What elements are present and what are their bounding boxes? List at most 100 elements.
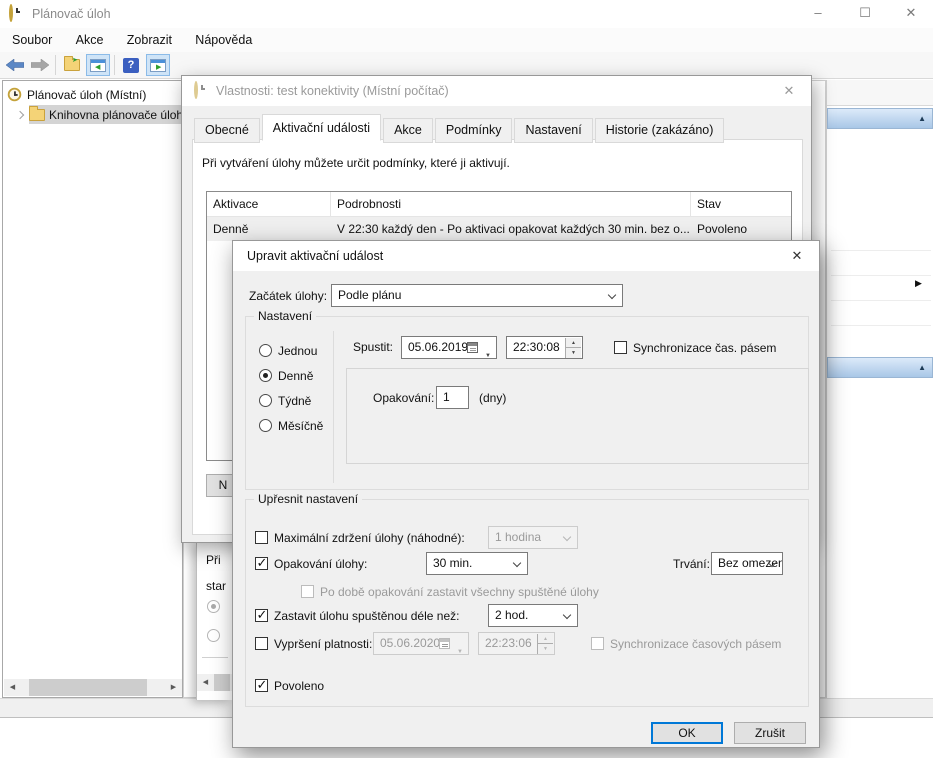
expire-label[interactable]: Vypršení platnosti: [274,637,372,651]
tree-item-library[interactable]: Knihovna plánovače úloh [3,105,184,124]
calendar-icon [439,638,450,649]
spinner-buttons[interactable]: ▲ ▼ [565,338,581,357]
help-button[interactable]: ? [119,54,143,76]
tab-obecne[interactable]: Obecné [194,118,260,143]
triggers-table-header[interactable]: Aktivace Podrobnosti Stav [207,192,791,217]
export-button[interactable]: ➤ [60,54,84,76]
back-button[interactable] [3,54,27,76]
radio-button[interactable] [207,629,220,642]
radio-button[interactable] [207,600,220,613]
menu-soubor[interactable]: Soubor [2,28,62,52]
radio-jednou[interactable] [259,344,272,357]
toolbar-separator [55,55,56,75]
dropdown-arrow-icon: ▼ [457,642,463,663]
cancel-button[interactable]: Zrušit [734,722,806,744]
tree-item-label: Plánovač úloh (Místní) [27,88,146,102]
spin-up-icon: ▲ [537,634,553,644]
tree-horizontal-scrollbar[interactable]: ◀ ▶ [4,679,182,696]
spin-down-icon: ▼ [537,644,553,654]
clock-icon [194,81,198,99]
collapse-icon[interactable]: ▲ [918,363,926,372]
start-date-value: 05.06.2019 [408,340,468,354]
forward-button[interactable] [28,54,52,76]
start-time-spinner[interactable]: 22:30:08 ▲ ▼ [506,336,583,359]
repeat-label[interactable]: Opakování úlohy: [274,557,367,571]
collapse-icon[interactable]: ▲ [918,114,926,123]
delay-value: 1 hodina [495,530,541,544]
tab-nastaveni[interactable]: Nastavení [514,118,592,143]
recur-input[interactable]: 1 [436,386,469,409]
console-tree-toggle-button[interactable]: ◀ [86,54,110,76]
close-icon[interactable]: ✕ [769,76,809,106]
close-button[interactable]: ✕ [891,0,931,26]
expander-chevron-icon[interactable] [16,110,24,118]
stop-task-label[interactable]: Zastavit úlohu spuštěnou déle než: [274,609,459,623]
tree-item-root[interactable]: Plánovač úloh (Místní) [7,85,146,104]
scrollbar-thumb[interactable] [29,679,147,696]
library-folder-icon [29,109,45,121]
expire-time-spinner: 22:23:06 ▲ ▼ [478,632,555,655]
help-icon: ? [123,58,139,73]
toolbar-separator [114,55,115,75]
radio-denne[interactable] [259,369,272,382]
sync-timezone-label[interactable]: Synchronizace čas. pásem [633,341,776,355]
actions-group-header-2[interactable]: ▲ [827,357,933,378]
col-aktivace[interactable]: Aktivace [207,192,331,216]
enabled-label[interactable]: Povoleno [274,679,324,693]
sync-timezone-checkbox[interactable] [614,341,627,354]
spinner-buttons: ▲ ▼ [537,634,553,653]
col-podrobnosti[interactable]: Podrobnosti [331,192,691,216]
expire-checkbox[interactable] [255,637,268,650]
trigger-row[interactable]: Denně V 22:30 každý den - Po aktivaci op… [207,217,791,241]
submenu-arrow-icon[interactable]: ▶ [915,278,922,289]
groupbox-edge [202,657,228,658]
tab-strip: ObecnéAktivační událostiAkcePodmínkyNast… [194,114,726,141]
begin-task-dropdown[interactable]: Podle plánu [331,284,623,307]
minimize-button[interactable]: – [798,0,838,26]
ok-button[interactable]: OK [651,722,723,744]
scrollbar-thumb[interactable] [214,674,230,691]
maximize-button[interactable]: ☐ [845,0,885,26]
radio-mesicne[interactable] [259,419,272,432]
scroll-left-icon[interactable]: ◀ [4,679,21,696]
spin-up-icon: ▲ [565,338,581,348]
radio-tydne[interactable] [259,394,272,407]
col-stav[interactable]: Stav [691,192,791,216]
chevron-down-icon [608,291,616,299]
menu-akce[interactable]: Akce [66,28,114,52]
expire-date-value: 05.06.2020 [380,636,440,650]
recur-label: Opakování: [373,391,434,405]
enabled-checkbox[interactable] [255,679,268,692]
expire-time-value: 22:23:06 [485,636,532,650]
repeat-checkbox[interactable] [255,557,268,570]
action-separator [831,300,931,301]
tab-podminky[interactable]: Podmínky [435,118,513,143]
repeat-dropdown[interactable]: 30 min. [426,552,528,575]
tab-aktivacni-udalosti[interactable]: Aktivační události [262,114,381,141]
actions-group-header[interactable]: ▲ [827,108,933,129]
radio-jednou-label[interactable]: Jednou [278,344,317,358]
stop-task-checkbox[interactable] [255,609,268,622]
stop-task-dropdown[interactable]: 2 hod. [488,604,578,627]
actions-pane-header [827,80,933,106]
action-pane-toggle-button[interactable]: ▶ [146,54,170,76]
menu-zobrazit[interactable]: Zobrazit [117,28,182,52]
duration-dropdown[interactable]: Bez omezení [711,552,783,575]
stop-task-value: 2 hod. [495,608,528,622]
start-date-picker[interactable]: 05.06.2019 ▼ [401,336,497,359]
close-icon[interactable]: ✕ [777,241,817,271]
radio-mesicne-label[interactable]: Měsíčně [278,419,323,433]
fragment-scrollbar[interactable]: ◀ [197,674,232,691]
recur-unit: (dny) [479,391,506,405]
radio-tydne-label[interactable]: Týdně [278,394,311,408]
delay-label[interactable]: Maximální zdržení úlohy (náhodné): [274,531,465,545]
triggers-description: Při vytváření úlohy můžete určit podmínk… [202,156,510,170]
start-time-value: 22:30:08 [513,340,560,354]
delay-checkbox[interactable] [255,531,268,544]
radio-denne-label[interactable]: Denně [278,369,313,383]
scroll-left-icon[interactable]: ◀ [197,674,214,691]
menu-napoveda[interactable]: Nápověda [185,28,262,52]
tab-historie[interactable]: Historie (zakázáno) [595,118,725,143]
scroll-right-icon[interactable]: ▶ [165,679,182,696]
tab-akce[interactable]: Akce [383,118,433,143]
